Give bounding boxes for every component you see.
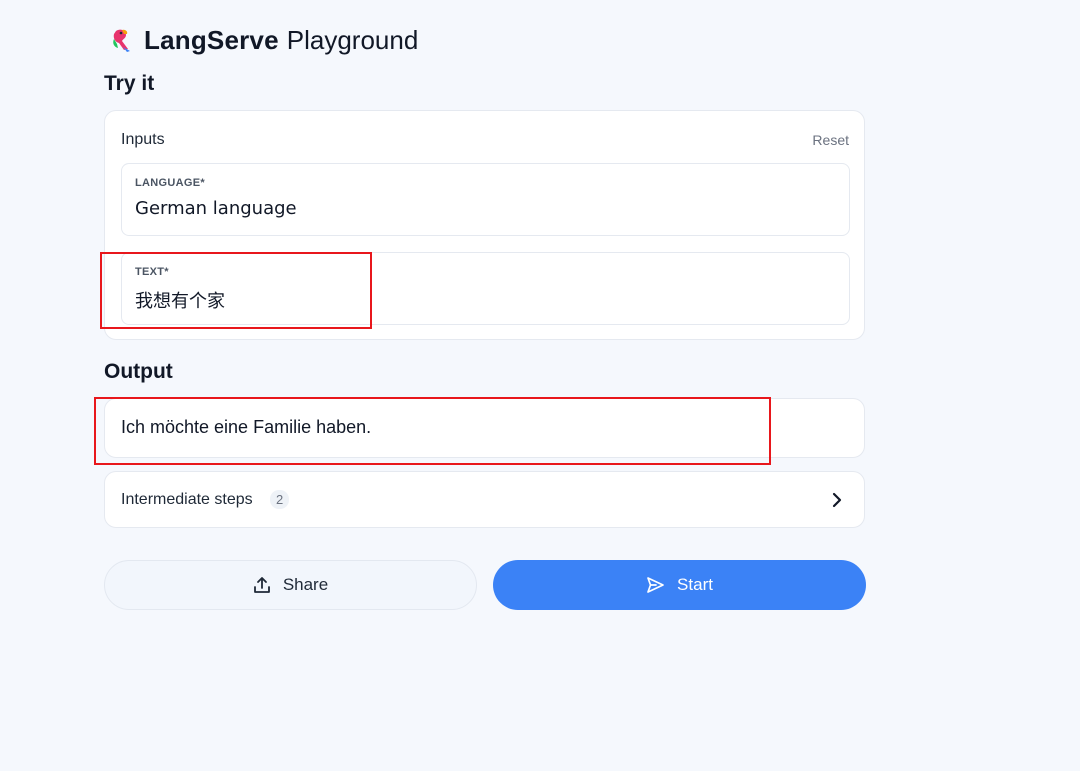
send-icon [647, 577, 664, 593]
text-field-value[interactable]: 我想有个家 [135, 287, 225, 313]
try-it-heading: Try it [104, 72, 155, 95]
output-heading: Output [104, 360, 173, 383]
reset-button[interactable]: Reset [812, 132, 849, 148]
intermediate-steps-count-badge: 2 [270, 490, 290, 509]
share-button-label: Share [282, 575, 329, 594]
intermediate-steps-toggle[interactable]: Intermediate steps 2 [104, 471, 865, 528]
language-field-value[interactable]: German language [135, 198, 297, 219]
app-header: LangServe Playground [108, 24, 418, 56]
playground-page: LangServe Playground Try it Inputs Reset… [0, 0, 1080, 771]
intermediate-steps-label: Intermediate steps [121, 491, 253, 508]
brand-subtitle: Playground [286, 24, 419, 55]
output-card: Ich möchte eine Familie haben. [104, 398, 865, 458]
parrot-icon [113, 29, 130, 52]
language-field-label: LANGUAGE* [135, 177, 205, 189]
text-field[interactable]: TEXT* 我想有个家 [121, 252, 850, 325]
inputs-label: Inputs [121, 131, 165, 148]
language-field[interactable]: LANGUAGE* German language [121, 163, 850, 236]
start-button[interactable]: Start [493, 560, 866, 610]
inputs-card: Inputs Reset LANGUAGE* German language T… [104, 110, 865, 340]
start-button-label: Start [677, 575, 713, 594]
brand-name: LangServe [144, 24, 279, 55]
share-button[interactable]: Share [104, 560, 477, 610]
text-field-label: TEXT* [135, 266, 169, 278]
chevron-right-icon [832, 492, 842, 508]
output-text: Ich möchte eine Familie haben. [121, 417, 372, 437]
share-upload-icon [253, 577, 270, 593]
